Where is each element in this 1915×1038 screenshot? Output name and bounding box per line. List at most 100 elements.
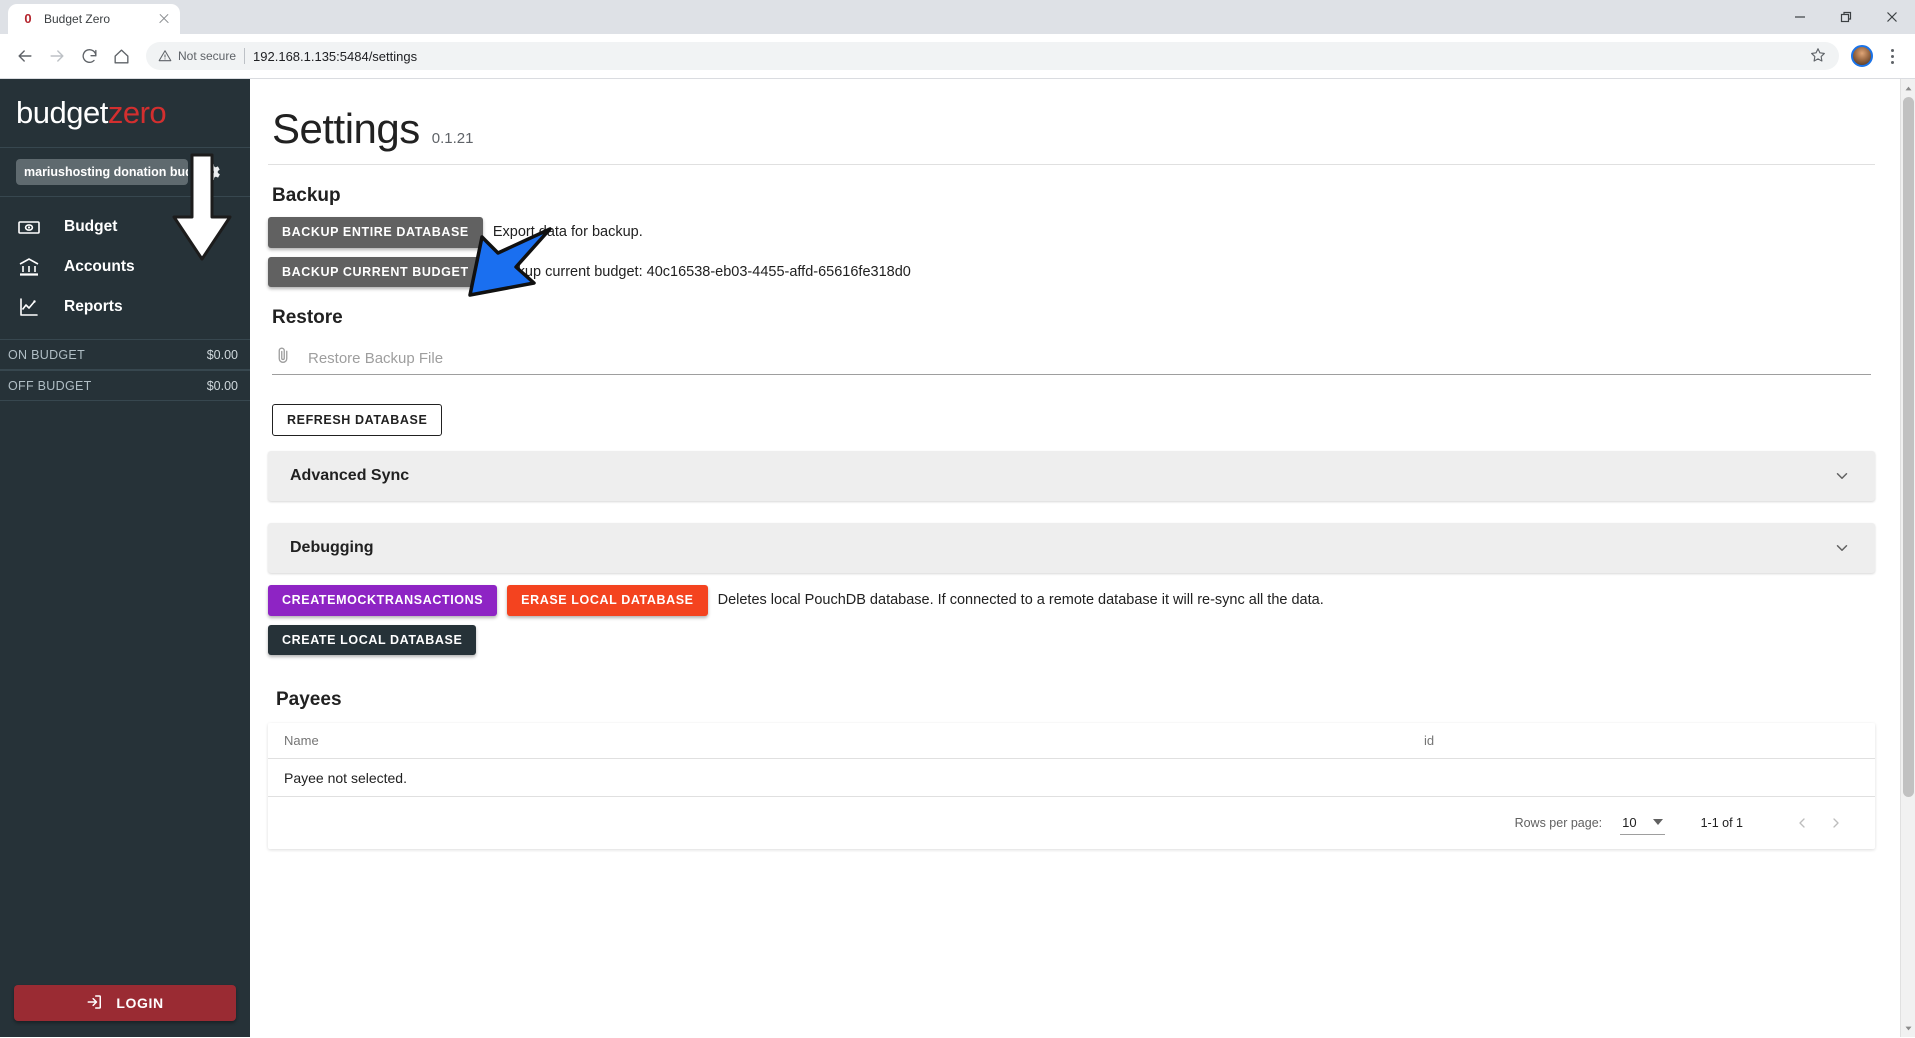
maximize-button[interactable]	[1823, 1, 1869, 33]
tab-title: Budget Zero	[44, 12, 111, 26]
browser-menu-icon[interactable]	[1879, 42, 1905, 70]
debug-row-2: CREATE LOCAL DATABASE	[268, 624, 1875, 655]
window-controls	[1777, 0, 1915, 34]
omnibox-divider	[244, 48, 246, 64]
home-button-icon[interactable]	[106, 41, 136, 71]
rows-per-page-select[interactable]: 10	[1620, 812, 1665, 835]
settings-page: Settings 0.1.21 Backup BACKUP ENTIRE DAT…	[250, 79, 1915, 1037]
current-budget-chip[interactable]: mariushosting donation budget	[16, 159, 188, 185]
chevron-down-icon[interactable]	[1831, 537, 1853, 559]
backup-entire-database-button[interactable]: BACKUP ENTIRE DATABASE	[268, 217, 483, 248]
security-indicator[interactable]: Not secure	[158, 49, 236, 63]
logo-text-budget: budget	[16, 95, 108, 130]
off-budget-label: OFF BUDGET	[8, 378, 92, 393]
scroll-down-icon[interactable]	[1901, 1019, 1915, 1037]
rows-per-page-label: Rows per page:	[1514, 816, 1603, 830]
restore-file-placeholder: Restore Backup File	[308, 350, 444, 367]
favicon-icon: 0	[24, 11, 32, 26]
back-button-icon[interactable]	[10, 41, 40, 71]
create-local-database-button[interactable]: CREATE LOCAL DATABASE	[268, 624, 477, 655]
debugging-title: Debugging	[290, 539, 374, 556]
debugging-actions: CREATEMOCKTRANSACTIONS ERASE LOCAL DATAB…	[268, 585, 1875, 655]
login-button[interactable]: LOGIN	[14, 985, 236, 1021]
bank-icon	[16, 254, 42, 280]
payees-table-footer: Rows per page: 10 1-1 of 1	[268, 797, 1875, 849]
advanced-sync-panel[interactable]: Advanced Sync	[268, 451, 1875, 501]
page-scrollbar[interactable]	[1900, 79, 1915, 1037]
login-label: LOGIN	[116, 995, 164, 1011]
sidebar-item-label-reports: Reports	[64, 298, 123, 315]
close-tab-icon[interactable]	[156, 11, 172, 27]
rows-per-page-value: 10	[1622, 814, 1637, 830]
forward-button-icon[interactable]	[42, 41, 72, 71]
app-sidebar: budgetzero mariushosting donation budget	[0, 79, 250, 1037]
backup-heading: Backup	[272, 185, 341, 206]
url-text: 192.168.1.135:5484/settings	[253, 48, 418, 64]
page-title: Settings	[272, 105, 420, 152]
sidebar-item-accounts[interactable]: Accounts	[0, 247, 250, 287]
payees-table: Name id Payee not selected. Rows per pag…	[268, 723, 1875, 849]
sidebar-item-label-accounts: Accounts	[64, 258, 135, 275]
address-bar[interactable]: Not secure 192.168.1.135:5484/settings	[146, 42, 1839, 70]
erase-database-hint: Deletes local PouchDB database. If conne…	[717, 592, 1324, 609]
tab-strip: 0 Budget Zero	[0, 0, 1915, 34]
payees-empty-message: Payee not selected.	[284, 769, 407, 786]
login-area: LOGIN	[0, 975, 250, 1037]
on-budget-label: ON BUDGET	[8, 347, 86, 362]
sidebar-nav: Budget Accounts Reports	[0, 197, 250, 327]
chevron-down-icon	[1652, 819, 1663, 825]
chevron-down-icon[interactable]	[1831, 465, 1853, 487]
restore-heading: Restore	[272, 307, 343, 328]
backup-current-row: BACKUP CURRENT BUDGET Backup current bud…	[268, 256, 1875, 287]
payees-heading: Payees	[276, 689, 342, 710]
column-header-id[interactable]: id	[1424, 733, 1434, 748]
scrollbar-thumb[interactable]	[1903, 97, 1914, 797]
create-mock-transactions-button[interactable]: CREATEMOCKTRANSACTIONS	[268, 585, 498, 616]
bookmark-star-icon[interactable]	[1809, 46, 1829, 66]
sidebar-item-label-budget: Budget	[64, 218, 118, 235]
previous-page-button[interactable]	[1785, 806, 1819, 840]
page-viewport: budgetzero mariushosting donation budget	[0, 79, 1915, 1037]
refresh-database-button[interactable]: REFRESH DATABASE	[272, 404, 443, 436]
minimize-button[interactable]	[1777, 1, 1823, 33]
column-header-name[interactable]: Name	[284, 733, 1424, 748]
debug-row-1: CREATEMOCKTRANSACTIONS ERASE LOCAL DATAB…	[268, 585, 1875, 616]
pagination-range-label: 1-1 of 1	[1700, 816, 1743, 830]
backup-entire-hint: Export data for backup.	[492, 224, 643, 241]
app-version: 0.1.21	[431, 130, 474, 147]
page-header: Settings 0.1.21	[268, 105, 1875, 153]
close-window-button[interactable]	[1869, 1, 1915, 33]
browser-tab[interactable]: 0 Budget Zero	[8, 4, 180, 34]
table-row: Payee not selected.	[268, 759, 1875, 797]
budget-totals: ON BUDGET $0.00 OFF BUDGET $0.00	[0, 339, 250, 401]
reload-button-icon[interactable]	[74, 41, 104, 71]
security-label: Not secure	[178, 49, 237, 63]
total-row-on-budget[interactable]: ON BUDGET $0.00	[0, 339, 250, 370]
logo-text-zero: zero	[107, 95, 167, 130]
login-icon	[86, 993, 104, 1014]
browser-window: 0 Budget Zero Not secure 192.168.1.135:5…	[0, 0, 1915, 1038]
warning-triangle-icon	[158, 50, 172, 62]
browser-toolbar: Not secure 192.168.1.135:5484/settings	[0, 34, 1915, 79]
sidebar-item-budget[interactable]: Budget	[0, 207, 250, 247]
profile-avatar[interactable]	[1851, 45, 1873, 67]
off-budget-value: $0.00	[206, 378, 238, 393]
total-row-off-budget[interactable]: OFF BUDGET $0.00	[0, 370, 250, 401]
money-icon	[16, 214, 42, 240]
restore-file-field[interactable]: Restore Backup File	[272, 343, 1871, 375]
backup-entire-row: BACKUP ENTIRE DATABASE Export data for b…	[268, 217, 1875, 248]
app-logo[interactable]: budget zero	[0, 79, 250, 147]
backup-current-hint: Backup current budget: 40c16538-eb03-445…	[492, 263, 911, 280]
erase-local-database-button[interactable]: ERASE LOCAL DATABASE	[507, 585, 708, 616]
sidebar-item-reports[interactable]: Reports	[0, 287, 250, 327]
debugging-panel[interactable]: Debugging	[268, 523, 1875, 573]
scroll-up-icon[interactable]	[1901, 79, 1915, 97]
chart-line-icon	[16, 294, 42, 320]
next-page-button[interactable]	[1819, 806, 1853, 840]
backup-current-budget-button[interactable]: BACKUP CURRENT BUDGET	[268, 256, 483, 287]
budget-selector-row: mariushosting donation budget	[0, 148, 250, 196]
payees-table-header: Name id	[268, 723, 1875, 759]
advanced-sync-title: Advanced Sync	[290, 467, 410, 484]
settings-gear-icon[interactable]	[196, 157, 226, 187]
